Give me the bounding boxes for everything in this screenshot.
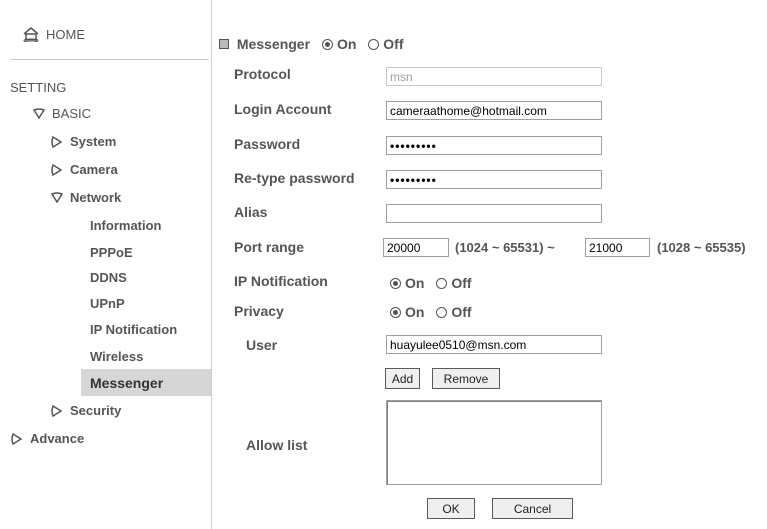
messenger-on-label: On [336, 36, 357, 52]
alias-field[interactable] [386, 204, 602, 223]
messenger-title: Messenger [236, 36, 311, 52]
retype-password-label: Re-type password [234, 170, 355, 186]
sidebar: HOME SETTING BASIC System Camera Network… [0, 0, 212, 529]
port-from-field[interactable]: 20000 [383, 238, 449, 257]
home-link[interactable]: HOME [22, 26, 85, 42]
login-account-field[interactable]: cameraathome@hotmail.com [386, 101, 602, 120]
advance-label: Advance [30, 431, 85, 446]
protocol-label: Protocol [234, 66, 291, 82]
add-button[interactable]: Add [385, 368, 420, 389]
protocol-field: msn [386, 67, 602, 86]
security-label: Security [70, 403, 122, 418]
chevron-down-icon [32, 107, 46, 119]
camera-label: Camera [70, 162, 118, 177]
privacy-on-radio[interactable] [390, 306, 401, 318]
ip-notification-off-label: Off [451, 275, 472, 291]
sidebar-item-advance[interactable]: Advance [10, 431, 84, 446]
ip-notification-off-radio[interactable] [436, 277, 448, 289]
chevron-right-icon [51, 135, 63, 148]
chevron-down-icon [50, 191, 64, 203]
privacy-radios: On Off [390, 304, 472, 320]
sidebar-item-security[interactable]: Security [50, 403, 121, 418]
sidebar-item-upnp[interactable]: UPnP [90, 296, 125, 311]
system-label: System [70, 134, 117, 149]
privacy-off-radio[interactable] [436, 306, 448, 318]
sidebar-item-system[interactable]: System [50, 134, 116, 149]
chevron-right-icon [51, 404, 63, 417]
ok-button[interactable]: OK [427, 498, 475, 519]
remove-button[interactable]: Remove [432, 368, 500, 389]
allow-list-label: Allow list [246, 437, 308, 453]
network-label: Network [70, 190, 122, 205]
privacy-on-label: On [405, 304, 425, 320]
setting-heading: SETTING [10, 80, 66, 95]
ip-notification-on-radio[interactable] [390, 277, 401, 289]
ip-notification-radios: On Off [390, 275, 472, 291]
port-from-range-text: (1024 ~ 65531) ~ [455, 240, 555, 255]
port-to-field[interactable]: 21000 [585, 238, 650, 257]
login-account-label: Login Account [234, 101, 332, 117]
messenger-on-radio[interactable] [321, 38, 333, 50]
sidebar-item-messenger[interactable]: Messenger [90, 375, 163, 391]
cancel-button[interactable]: Cancel [492, 498, 573, 519]
user-field[interactable]: huayulee0510@msn.com [386, 335, 602, 354]
sidebar-divider [10, 59, 209, 60]
alias-label: Alias [234, 204, 268, 220]
sidebar-item-ip-notification[interactable]: IP Notification [90, 322, 177, 337]
port-range-label: Port range [234, 239, 305, 255]
sidebar-item-information[interactable]: Information [90, 218, 162, 233]
chevron-right-icon [11, 432, 23, 445]
messenger-off-label: Off [383, 36, 404, 52]
messenger-off-radio[interactable] [368, 38, 380, 50]
user-label: User [246, 337, 278, 353]
allow-list-box[interactable] [386, 400, 602, 485]
chevron-right-icon [51, 163, 63, 176]
sidebar-item-basic[interactable]: BASIC [32, 106, 91, 121]
sidebar-item-wireless[interactable]: Wireless [90, 349, 143, 364]
home-label: HOME [46, 26, 85, 42]
basic-label: BASIC [52, 106, 92, 121]
port-to-range-text: (1028 ~ 65535) [657, 240, 746, 255]
sidebar-item-camera[interactable]: Camera [50, 162, 118, 177]
sidebar-item-ddns[interactable]: DDNS [90, 270, 127, 285]
password-field[interactable]: ••••••••• [386, 136, 602, 155]
home-icon [23, 27, 39, 42]
sidebar-item-pppoe[interactable]: PPPoE [90, 245, 133, 260]
setting-label: SETTING [10, 80, 67, 95]
sidebar-item-network[interactable]: Network [50, 190, 121, 205]
retype-password-field[interactable]: ••••••••• [386, 170, 602, 189]
privacy-off-label: Off [451, 304, 472, 320]
ip-notification-label: IP Notification [234, 273, 328, 289]
ip-notification-on-label: On [405, 275, 425, 291]
messenger-toggle-row: Messenger On Off [219, 36, 404, 52]
password-label: Password [234, 136, 301, 152]
section-bullet-icon [219, 39, 229, 50]
privacy-label: Privacy [234, 303, 284, 319]
